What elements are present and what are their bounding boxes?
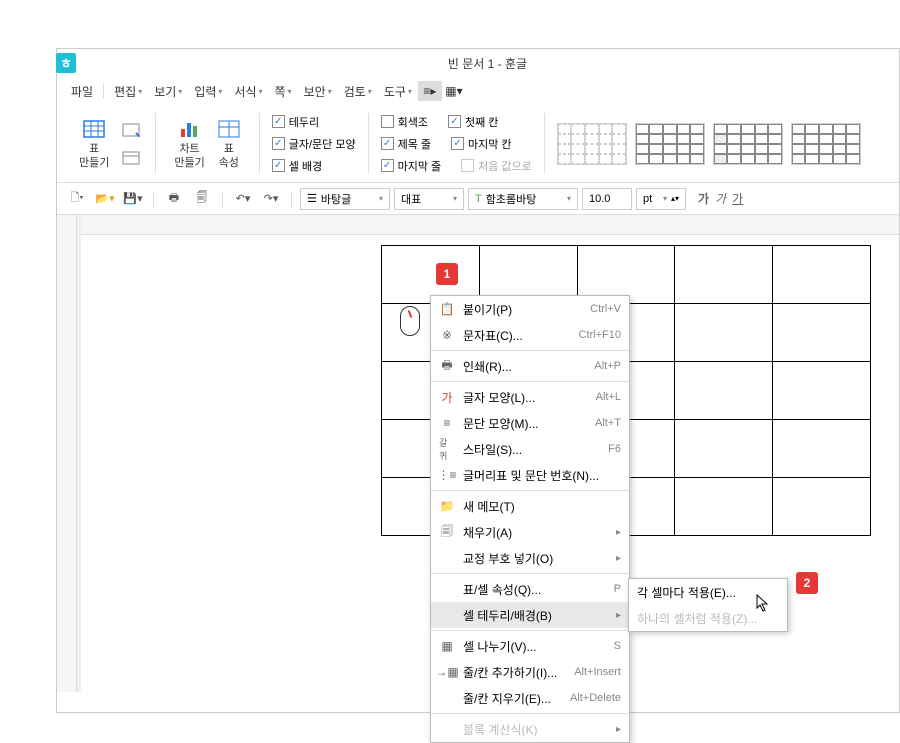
check-first-col[interactable]: ✓첫째 칸 [448, 114, 498, 130]
menu-file[interactable]: 파일 [65, 79, 99, 104]
cm-block-calc: 블록 계산식(K) ▸ [431, 716, 629, 742]
table-style-3[interactable] [713, 123, 783, 165]
table-quick-2[interactable] [119, 146, 143, 170]
menu-bar: 파일 편집▾ 보기▾ 입력▾ 서식▾ 쪽▾ 보안▾ 검토▾ 도구▾ ≡▸ ▦▾ [57, 77, 899, 105]
chart-make-button[interactable]: 차트 만들기 [168, 113, 210, 173]
menu-edit[interactable]: 편집▾ [108, 79, 148, 104]
window-title: 빈 문서 1 - 훈글 [76, 55, 899, 72]
table-props-button[interactable]: 표 속성 [211, 113, 247, 173]
unit-combo[interactable]: pt▾▴▾ [636, 188, 686, 210]
cm-del-row-col[interactable]: 줄/칸 지우기(E)... Alt+Delete [431, 685, 629, 711]
view-mode-1[interactable]: ≡▸ [418, 81, 442, 101]
cm-char-shape[interactable]: 가 글자 모양(L)... Alt+L [431, 384, 629, 410]
check-same-first: 처음 값으로 [461, 158, 532, 174]
table-style-2[interactable] [635, 123, 705, 165]
callout-marker-2: 2 [796, 572, 818, 594]
para-shape-icon: ≡ [439, 416, 455, 430]
check-last-row[interactable]: ✓마지막 줄 [381, 158, 442, 174]
menu-tools[interactable]: 도구▾ [378, 79, 418, 104]
ruler-vertical [57, 215, 77, 692]
ruler-horizontal [81, 215, 899, 235]
save-button[interactable]: 💾▾ [121, 187, 145, 211]
cm-print[interactable]: 🖶 인쇄(R)... Alt+P [431, 353, 629, 379]
cm-proof[interactable]: 교정 부호 넣기(O) ▸ [431, 545, 629, 571]
view-mode-2[interactable]: ▦▾ [442, 81, 466, 101]
memo-icon: 📁 [439, 499, 455, 513]
cm-cell-border-bg[interactable]: 셀 테두리/배경(B) ▸ [431, 602, 629, 628]
menu-page[interactable]: 쪽▾ [269, 79, 298, 104]
cm-fill[interactable]: 🗐 채우기(A) ▸ [431, 519, 629, 545]
toolbar-secondary: 🗋▾ 📂▾ 💾▾ 🖶 🗐 ↶▾ ↷▾ ☰바탕글▾ 대표▾ T함초롬바탕▾ 10.… [57, 183, 899, 215]
style-combo[interactable]: ☰바탕글▾ [300, 188, 390, 210]
cm-paste[interactable]: 📋 붙이기(P) Ctrl+V [431, 296, 629, 322]
split-cells-icon: ▦ [439, 639, 455, 653]
redo-button[interactable]: ↷▾ [259, 187, 283, 211]
open-button[interactable]: 📂▾ [93, 187, 117, 211]
add-row-icon: →▦ [439, 665, 455, 679]
table-style-4[interactable] [791, 123, 861, 165]
cm-bullets[interactable]: ⋮≡ 글머리표 및 문단 번호(N)... [431, 462, 629, 488]
menu-view[interactable]: 보기▾ [148, 79, 188, 104]
chart-icon [178, 117, 202, 141]
table-quick-1[interactable] [119, 118, 143, 142]
cm-new-memo[interactable]: 📁 새 메모(T) [431, 493, 629, 519]
menu-review[interactable]: 검토▾ [338, 79, 378, 104]
bullets-icon: ⋮≡ [439, 468, 455, 482]
cm-char-table[interactable]: ※ 문자표(C)... Ctrl+F10 [431, 322, 629, 348]
print-button[interactable]: 🖶 [162, 187, 186, 211]
table-props-icon [217, 117, 241, 141]
char-table-icon: ※ [439, 328, 455, 342]
menu-input[interactable]: 입력▾ [188, 79, 228, 104]
bold-button[interactable]: 가 [698, 190, 709, 207]
context-menu: 📋 붙이기(P) Ctrl+V ※ 문자표(C)... Ctrl+F10 🖶 인… [430, 295, 630, 743]
style-icon: 갈퀴 [439, 436, 455, 462]
cm-style[interactable]: 갈퀴 스타일(S)... F6 [431, 436, 629, 462]
fill-icon: 🗐 [439, 522, 455, 543]
paste-icon: 📋 [439, 302, 455, 316]
italic-button[interactable]: 가 [715, 190, 726, 207]
app-icon: ㅎ [56, 53, 76, 73]
mouse-cursor [756, 594, 772, 614]
size-combo[interactable]: 10.0 [582, 188, 632, 210]
cm-add-row-col[interactable]: →▦ 줄/칸 추가하기(I)... Alt+Insert [431, 659, 629, 685]
underline-button[interactable]: 가 [732, 190, 743, 207]
check-border[interactable]: ✓테두리 [272, 114, 356, 130]
cm-split-cells[interactable]: ▦ 셀 나누기(V)... S [431, 633, 629, 659]
print-icon: 🖶 [439, 356, 455, 377]
check-title-row[interactable]: ✓제목 줄 [381, 136, 431, 152]
cm-table-cell-props[interactable]: 표/셀 속성(Q)... P [431, 576, 629, 602]
represent-combo[interactable]: 대표▾ [394, 188, 464, 210]
check-gray[interactable]: 회색조 [381, 114, 428, 130]
table-styles-gallery[interactable] [557, 123, 861, 165]
menu-format[interactable]: 서식▾ [228, 79, 268, 104]
check-char-para[interactable]: ✓글자/문단 모양 [272, 136, 356, 152]
cm-para-shape[interactable]: ≡ 문단 모양(M)... Alt+T [431, 410, 629, 436]
table-style-1[interactable] [557, 123, 627, 165]
char-shape-icon: 가 [439, 389, 455, 406]
table-make-button[interactable]: 표 만들기 [73, 113, 115, 173]
undo-button[interactable]: ↶▾ [231, 187, 255, 211]
new-doc-button[interactable]: 🗋▾ [65, 187, 89, 211]
preview-button[interactable]: 🗐 [190, 187, 214, 211]
check-last-col[interactable]: ✓마지막 칸 [451, 136, 512, 152]
ribbon: 표 만들기 차트 만들기 [57, 105, 899, 183]
menu-security[interactable]: 보안▾ [298, 79, 338, 104]
font-combo[interactable]: T함초롬바탕▾ [468, 188, 578, 210]
mouse-indicator-icon [400, 306, 420, 336]
callout-marker-1: 1 [436, 263, 458, 285]
check-cell-bg[interactable]: ✓셀 배경 [272, 158, 356, 174]
table-icon [82, 117, 106, 141]
